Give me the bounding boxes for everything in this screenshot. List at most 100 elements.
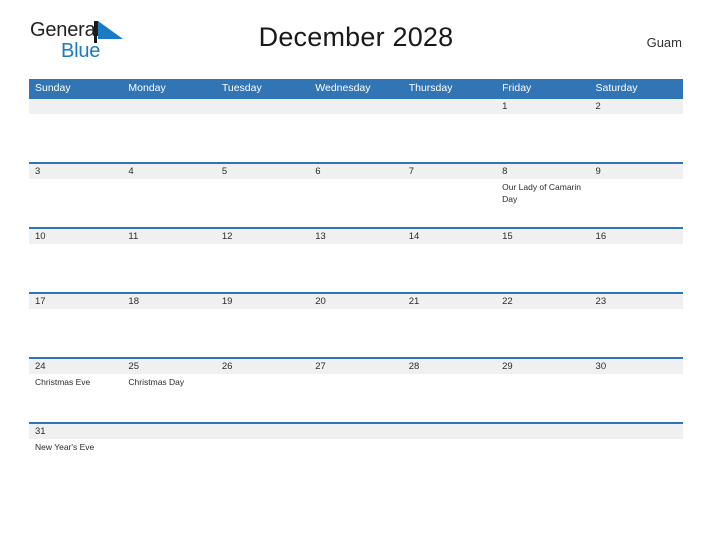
- day-number[interactable]: [403, 424, 496, 439]
- week-event-band: [29, 309, 683, 357]
- day-event: [29, 244, 122, 292]
- day-number[interactable]: 25: [122, 359, 215, 374]
- day-event: [403, 374, 496, 422]
- location-label: Guam: [646, 35, 682, 50]
- day-event: [122, 244, 215, 292]
- day-number[interactable]: 27: [309, 359, 402, 374]
- day-number[interactable]: [122, 99, 215, 114]
- day-event: [309, 114, 402, 162]
- day-number[interactable]: 15: [496, 229, 589, 244]
- day-number[interactable]: [29, 99, 122, 114]
- weekday-header-wednesday: Wednesday: [315, 82, 371, 94]
- day-event: [590, 114, 683, 162]
- weekday-header-thursday: Thursday: [408, 82, 453, 94]
- day-event: [309, 244, 402, 292]
- day-number[interactable]: 26: [216, 359, 309, 374]
- week-number-band: 17 18 19 20 21 22 23: [29, 294, 683, 309]
- day-event: [590, 244, 683, 292]
- day-number[interactable]: 20: [309, 294, 402, 309]
- day-number[interactable]: 22: [496, 294, 589, 309]
- day-number[interactable]: 13: [309, 229, 402, 244]
- weekday-header-sunday: Sunday: [35, 82, 71, 94]
- day-event: [590, 374, 683, 422]
- week-number-band: 1 2: [29, 99, 683, 114]
- page-header: General Blue December 2028 Guam: [30, 0, 682, 74]
- day-number[interactable]: 1: [496, 99, 589, 114]
- day-event: [122, 114, 215, 162]
- week-number-band: 24 25 26 27 28 29 30: [29, 359, 683, 374]
- day-number[interactable]: [590, 424, 683, 439]
- day-number[interactable]: [496, 424, 589, 439]
- day-event: [403, 244, 496, 292]
- day-event: [216, 374, 309, 422]
- day-event: [29, 309, 122, 357]
- week-event-band: [29, 244, 683, 292]
- day-number[interactable]: 8: [496, 164, 589, 179]
- day-event: [403, 439, 496, 487]
- day-event: [216, 114, 309, 162]
- day-number[interactable]: 21: [403, 294, 496, 309]
- day-number[interactable]: 30: [590, 359, 683, 374]
- weekday-header-tuesday: Tuesday: [221, 82, 262, 94]
- day-number[interactable]: [216, 99, 309, 114]
- day-event: [309, 179, 402, 227]
- day-event: [403, 309, 496, 357]
- day-event: New Year's Eve: [35, 442, 95, 452]
- day-number[interactable]: 14: [403, 229, 496, 244]
- calendar-grid: Sunday Monday Tuesday Wednesday Thursday…: [29, 79, 683, 484]
- day-event: [496, 309, 589, 357]
- week-event-band: Our Lady of Camarin Day: [29, 179, 683, 227]
- weekday-header-monday: Monday: [128, 82, 166, 94]
- weekday-header-row: Sunday Monday Tuesday Wednesday Thursday…: [29, 79, 683, 97]
- day-number[interactable]: 4: [122, 164, 215, 179]
- week-number-band: 31: [29, 424, 683, 439]
- week-event-band: New Year's Eve: [29, 439, 683, 487]
- day-event: [29, 114, 122, 162]
- day-number[interactable]: 9: [590, 164, 683, 179]
- day-number[interactable]: 23: [590, 294, 683, 309]
- day-event: [496, 244, 589, 292]
- day-number[interactable]: 5: [216, 164, 309, 179]
- day-number[interactable]: [216, 424, 309, 439]
- day-event: [496, 374, 589, 422]
- day-event: [122, 439, 215, 487]
- day-event: [29, 179, 122, 227]
- day-event: [216, 439, 309, 487]
- day-number[interactable]: 31: [29, 424, 122, 439]
- week-number-band: 3 4 5 6 7 8 9: [29, 164, 683, 179]
- day-number[interactable]: 12: [216, 229, 309, 244]
- day-event: [216, 309, 309, 357]
- day-event: [309, 439, 402, 487]
- day-number[interactable]: 18: [122, 294, 215, 309]
- calendar-week-row: 3 4 5 6 7 8 9 Our Lady of Camarin Day: [29, 162, 683, 227]
- day-event: [309, 374, 402, 422]
- day-number[interactable]: 28: [403, 359, 496, 374]
- day-number[interactable]: 7: [403, 164, 496, 179]
- day-event: [590, 439, 683, 487]
- day-number[interactable]: 11: [122, 229, 215, 244]
- day-number[interactable]: 2: [590, 99, 683, 114]
- weekday-header-saturday: Saturday: [595, 82, 638, 94]
- calendar-page: General Blue December 2028 Guam Sunday M…: [0, 0, 712, 550]
- day-event: [122, 309, 215, 357]
- day-event: Christmas Eve: [35, 377, 91, 387]
- day-number[interactable]: [403, 99, 496, 114]
- day-number[interactable]: 19: [216, 294, 309, 309]
- day-number[interactable]: 10: [29, 229, 122, 244]
- day-number[interactable]: [122, 424, 215, 439]
- day-number[interactable]: [309, 424, 402, 439]
- day-number[interactable]: 16: [590, 229, 683, 244]
- day-number[interactable]: 29: [496, 359, 589, 374]
- calendar-week-row: 31 New Year's Eve: [29, 422, 683, 484]
- day-number[interactable]: 6: [309, 164, 402, 179]
- day-number[interactable]: 3: [29, 164, 122, 179]
- day-event: [216, 179, 309, 227]
- day-number[interactable]: 24: [29, 359, 122, 374]
- week-event-band: [29, 114, 683, 162]
- day-event: [403, 179, 496, 227]
- day-event: Christmas Day: [128, 377, 185, 387]
- day-number[interactable]: [309, 99, 402, 114]
- day-event: [590, 309, 683, 357]
- day-event: [122, 179, 215, 227]
- day-number[interactable]: 17: [29, 294, 122, 309]
